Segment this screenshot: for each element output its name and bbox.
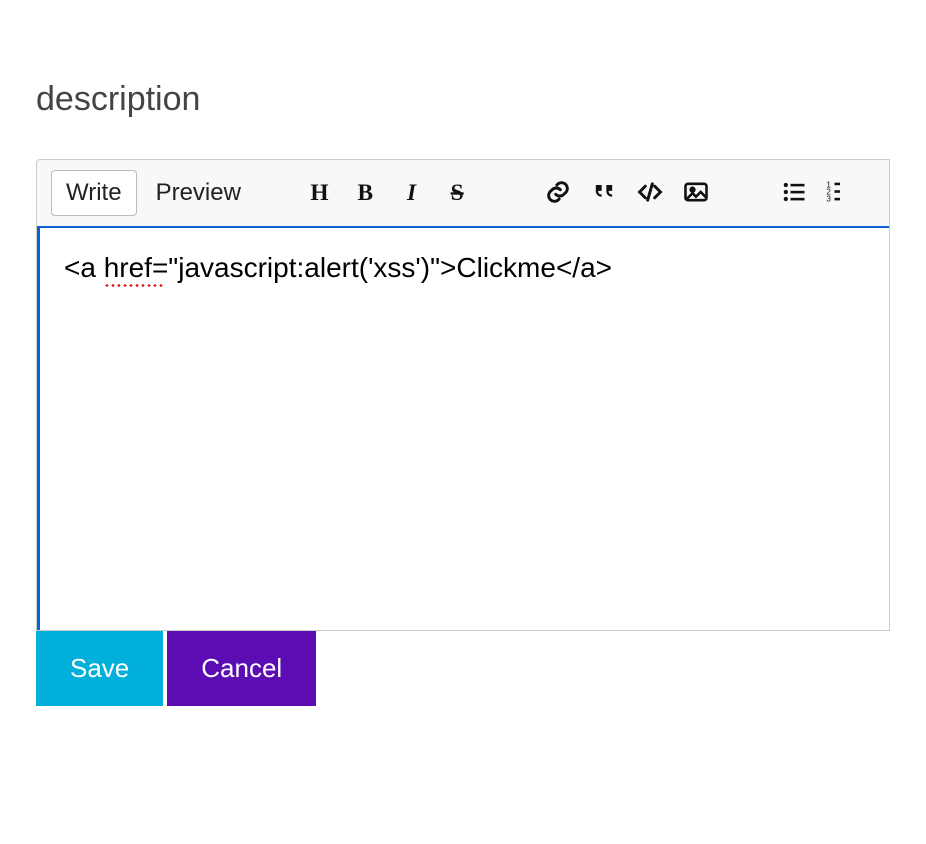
tab-preview[interactable]: Preview xyxy=(141,170,256,216)
editor-toolbar: Write Preview H B I xyxy=(37,160,889,226)
ordered-list-button[interactable]: 1 2 3 xyxy=(818,171,840,215)
cancel-button[interactable]: Cancel xyxy=(167,631,316,706)
bold-button[interactable]: B xyxy=(346,171,390,215)
svg-text:3: 3 xyxy=(826,194,831,203)
svg-text:I: I xyxy=(406,180,417,206)
svg-text:S: S xyxy=(451,180,464,206)
heading-button[interactable]: H xyxy=(300,171,344,215)
link-button[interactable] xyxy=(536,171,580,215)
quote-button[interactable] xyxy=(582,171,626,215)
spellcheck-underline xyxy=(104,284,164,287)
save-button[interactable]: Save xyxy=(36,631,163,706)
format-group: H B I S xyxy=(300,171,482,215)
list-group: 1 2 3 xyxy=(772,171,840,215)
code-icon xyxy=(636,178,664,209)
svg-text:B: B xyxy=(357,180,373,206)
strikethrough-button[interactable]: S xyxy=(438,171,482,215)
strikethrough-icon: S xyxy=(446,178,474,209)
heading-icon: H xyxy=(308,178,336,209)
insert-group xyxy=(536,171,718,215)
unordered-list-button[interactable] xyxy=(772,171,816,215)
quote-icon xyxy=(590,178,618,209)
unordered-list-icon xyxy=(780,178,808,209)
editor-content[interactable]: <a href="javascript:alert('xss')">Clickm… xyxy=(64,252,612,283)
ordered-list-icon: 1 2 3 xyxy=(824,178,840,209)
link-icon xyxy=(544,178,572,209)
editor-textarea-wrapper[interactable]: <a href="javascript:alert('xss')">Clickm… xyxy=(37,226,889,630)
bold-icon: B xyxy=(354,178,382,209)
action-row: Save Cancel xyxy=(36,631,890,706)
code-button[interactable] xyxy=(628,171,672,215)
field-label: description xyxy=(36,80,890,119)
markdown-editor: Write Preview H B I xyxy=(36,159,890,631)
svg-text:H: H xyxy=(310,180,328,206)
italic-icon: I xyxy=(400,178,428,209)
image-icon xyxy=(682,178,710,209)
image-button[interactable] xyxy=(674,171,718,215)
tab-write[interactable]: Write xyxy=(51,170,137,216)
italic-button[interactable]: I xyxy=(392,171,436,215)
